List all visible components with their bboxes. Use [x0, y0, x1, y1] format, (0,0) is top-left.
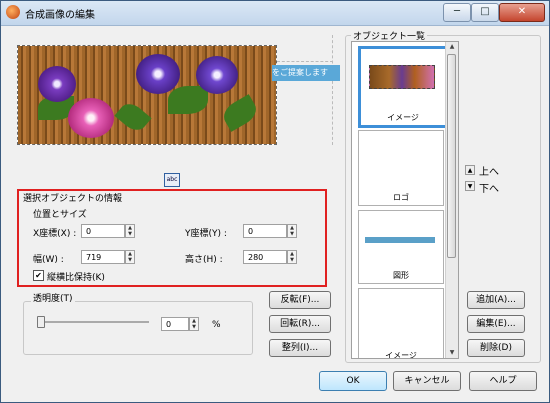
- add-button[interactable]: 追加(A)...: [467, 291, 525, 309]
- delete-button[interactable]: 削除(D): [467, 339, 525, 357]
- image-preview[interactable]: [17, 45, 277, 145]
- object-thumb-shape[interactable]: 図形: [358, 210, 444, 284]
- dialog-content: をご提案します abc 選択オブジェクトの情報 位置とサイズ X座標(X) : …: [7, 27, 545, 397]
- object-label: イメージ: [385, 351, 417, 359]
- transparency-slider-thumb[interactable]: [37, 316, 45, 328]
- title-bar[interactable]: 合成画像の編集 ─ □ ✕: [1, 1, 549, 26]
- guide-line-vertical: [332, 35, 333, 145]
- help-button[interactable]: ヘルプ: [469, 371, 537, 391]
- highlight-box: [17, 189, 327, 287]
- object-list-scrollbar[interactable]: ▲ ▼: [445, 42, 458, 358]
- morning-glory-flower: [136, 54, 180, 94]
- shape-bar: [365, 237, 435, 243]
- object-label: ロゴ: [393, 193, 409, 202]
- maximize-button[interactable]: □: [471, 3, 499, 22]
- object-thumb-logo[interactable]: ロゴ: [358, 130, 444, 206]
- ok-button[interactable]: OK: [319, 371, 387, 391]
- app-icon: [6, 5, 20, 19]
- object-thumb-image-2[interactable]: イメージ: [358, 288, 444, 359]
- move-up-label[interactable]: 上へ: [479, 163, 499, 178]
- edit-button[interactable]: 編集(E)...: [467, 315, 525, 333]
- object-thumb-image[interactable]: イメージ: [358, 46, 448, 128]
- scroll-up-arrow-icon[interactable]: ▲: [447, 42, 457, 52]
- thumb-image-preview: [369, 65, 435, 89]
- cancel-button[interactable]: キャンセル: [393, 371, 461, 391]
- object-label: イメージ: [387, 113, 419, 122]
- window-title: 合成画像の編集: [25, 10, 95, 21]
- dialog-window: 合成画像の編集 ─ □ ✕ をご提案します abc 選択オブジェクトの情報 位置…: [0, 0, 550, 403]
- preview-tooltip: をご提案します: [272, 65, 340, 81]
- move-down-arrow-icon[interactable]: ▼: [465, 181, 475, 191]
- morning-glory-flower: [196, 56, 238, 94]
- transparency-spinner[interactable]: ▲ ▼: [189, 317, 199, 331]
- percent-unit: %: [212, 320, 221, 330]
- scrollbar-thumb[interactable]: [447, 54, 456, 258]
- transparency-label: 透明度(T): [31, 291, 75, 304]
- move-up-arrow-icon[interactable]: ▲: [465, 165, 475, 175]
- guide-line-horizontal: [277, 61, 333, 62]
- transparency-slider-track[interactable]: [39, 321, 149, 323]
- scroll-down-arrow-icon[interactable]: ▼: [447, 348, 457, 358]
- flip-button[interactable]: 反転(F)...: [269, 291, 331, 309]
- object-label: 図形: [393, 271, 409, 280]
- align-button[interactable]: 整列(I)...: [269, 339, 331, 357]
- leaf: [168, 86, 208, 114]
- morning-glory-flower: [38, 66, 76, 102]
- rotate-button[interactable]: 回転(R)...: [269, 315, 331, 333]
- minimize-button[interactable]: ─: [443, 3, 471, 22]
- text-toggle-button[interactable]: abc: [164, 173, 180, 187]
- move-down-label[interactable]: 下へ: [479, 180, 499, 195]
- close-button[interactable]: ✕: [499, 3, 545, 22]
- transparency-input[interactable]: 0: [161, 317, 189, 331]
- morning-glory-flower: [68, 98, 114, 138]
- object-list[interactable]: イメージ ロゴ 図形 イメージ ▲ ▼: [351, 41, 459, 359]
